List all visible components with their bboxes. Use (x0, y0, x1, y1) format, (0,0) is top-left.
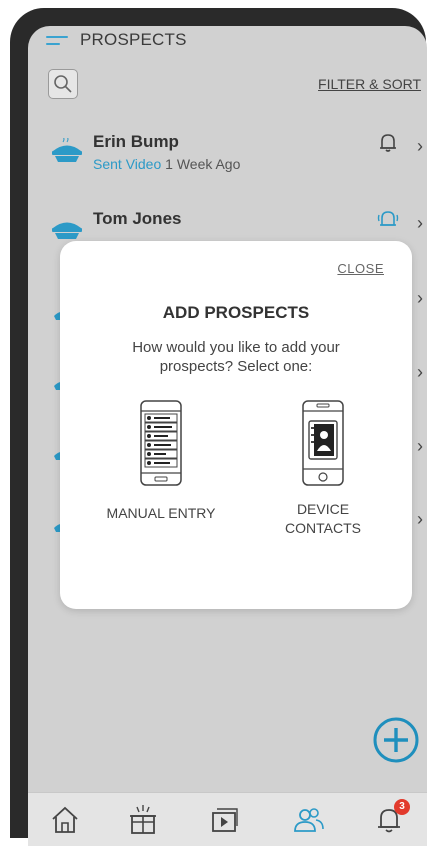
pie-icon (52, 138, 82, 162)
device-contacts-option[interactable]: DEVICE CONTACTS (248, 399, 398, 538)
chevron-right-icon[interactable]: › (417, 288, 423, 309)
list-item[interactable]: Erin Bump Sent Video 1 Week Ago › (28, 124, 427, 184)
close-link[interactable]: CLOSE (337, 261, 384, 276)
manual-entry-label: MANUAL ENTRY (106, 505, 216, 521)
prospect-status: Sent Video 1 Week Ago (93, 156, 240, 172)
status-highlight: Sent Video (93, 156, 162, 172)
gift-icon[interactable] (126, 803, 160, 837)
device-frame: PROSPECTS FILTER & SORT Erin Bump Sent V… (10, 8, 427, 846)
filter-sort-link[interactable]: FILTER & SORT (318, 76, 421, 92)
home-icon[interactable] (48, 803, 82, 837)
notification-badge: 3 (394, 799, 410, 815)
app-screen: PROSPECTS FILTER & SORT Erin Bump Sent V… (28, 26, 427, 846)
prospect-name: Erin Bump (93, 132, 179, 151)
dialog-title: ADD PROSPECTS (162, 303, 310, 322)
chevron-right-icon[interactable]: › (417, 213, 423, 234)
video-icon[interactable] (208, 803, 242, 837)
add-prospects-dialog: CLOSE ADD PROSPECTS How would you like t… (60, 241, 412, 609)
prospect-name: Tom Jones (93, 209, 182, 228)
bell-active-icon[interactable] (377, 209, 399, 231)
chevron-right-icon[interactable]: › (417, 436, 423, 457)
phone-contacts-icon (302, 400, 344, 486)
search-button[interactable] (48, 69, 78, 99)
dialog-text: How would you like to add your prospects… (132, 339, 340, 375)
top-bar: PROSPECTS (28, 26, 427, 60)
manual-entry-option[interactable]: MANUAL ENTRY (86, 399, 236, 523)
phone-list-icon (140, 400, 182, 486)
menu-icon[interactable] (46, 36, 68, 50)
chevron-right-icon[interactable]: › (417, 136, 423, 157)
bell-icon[interactable] (377, 132, 399, 154)
chevron-right-icon[interactable]: › (417, 362, 423, 383)
add-prospect-button[interactable] (372, 716, 420, 764)
status-time: 1 Week Ago (161, 156, 241, 172)
chevron-right-icon[interactable]: › (417, 509, 423, 530)
page-title: PROSPECTS (80, 30, 187, 49)
prospects-icon[interactable] (292, 803, 326, 837)
notifications-tab[interactable]: 3 (372, 799, 410, 837)
search-icon (54, 75, 72, 93)
device-contacts-label: DEVICE CONTACTS (285, 501, 361, 536)
pie-icon (52, 222, 82, 239)
